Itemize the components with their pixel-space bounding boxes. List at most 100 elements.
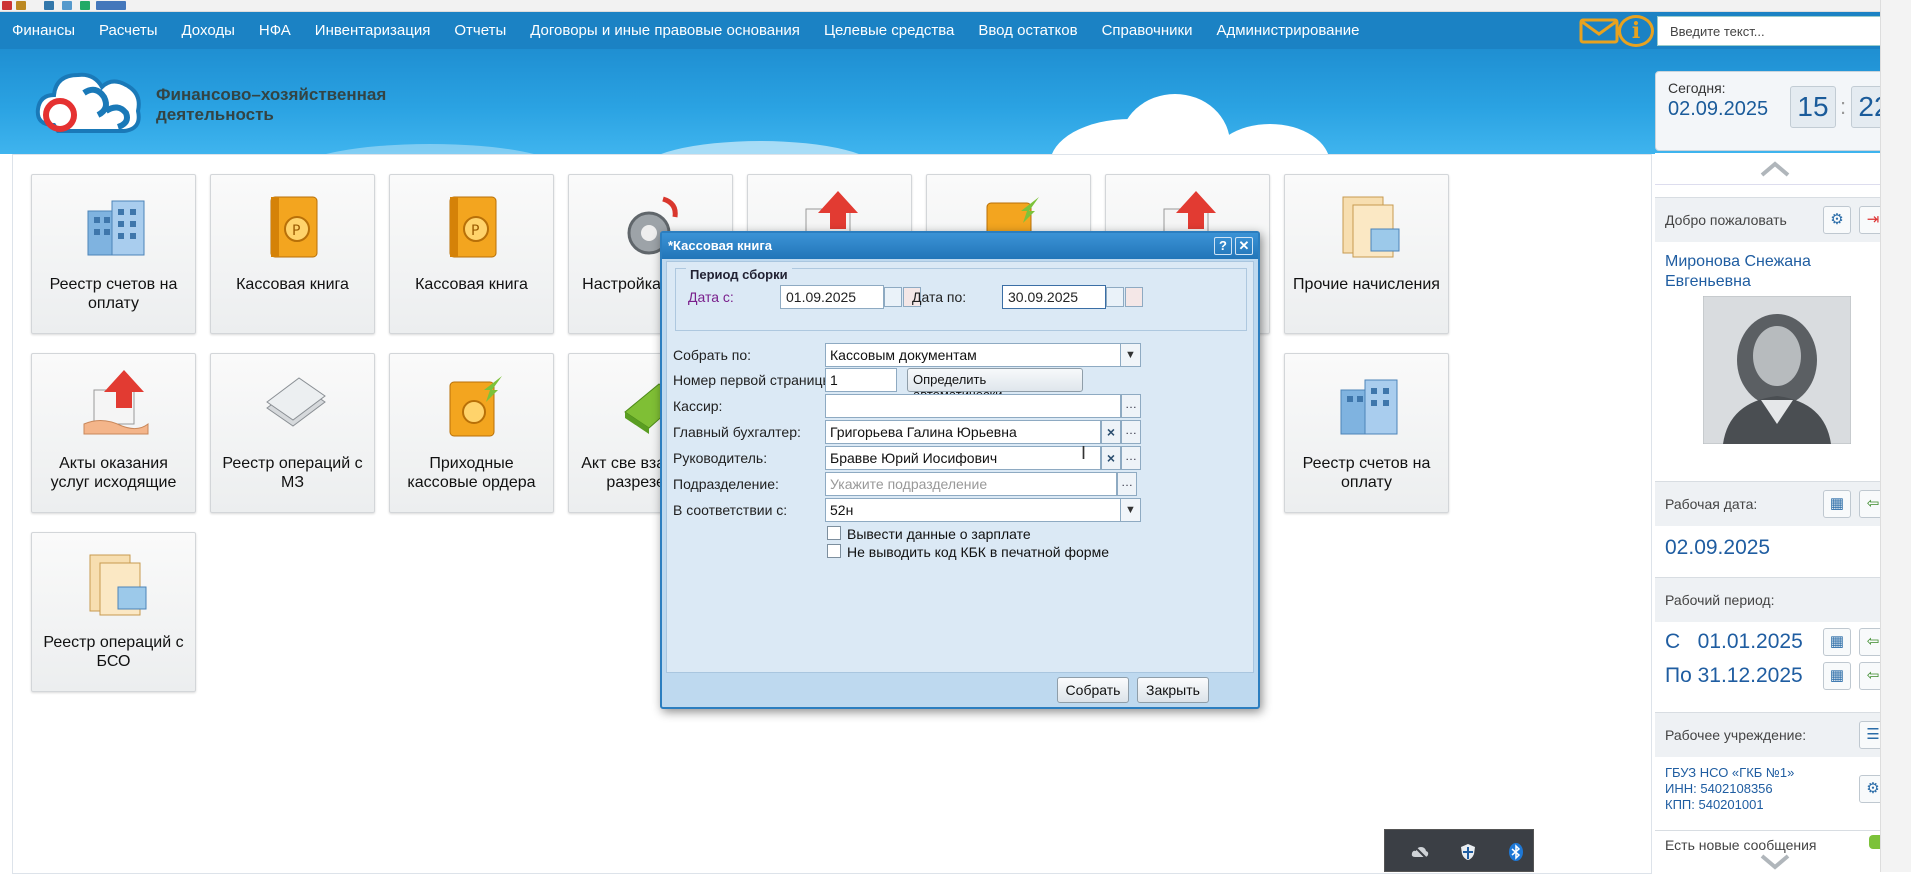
according-label: В соответствии с:	[673, 502, 788, 518]
menu-item-balances-input[interactable]: Ввод остатков	[978, 22, 1077, 39]
period-legend: Период сборки	[686, 267, 792, 282]
today-label: Сегодня:	[1668, 80, 1726, 96]
chevron-down-icon	[1760, 854, 1790, 870]
cloud-off-icon[interactable]	[1411, 843, 1429, 861]
chief-accountant-lookup-button[interactable]: …	[1121, 420, 1141, 444]
tile-outgoing-service-acts[interactable]: Акты оказания услуг исходящие	[31, 353, 196, 513]
calendar-button[interactable]: ▦	[1823, 490, 1851, 518]
mail-icon[interactable]	[1578, 15, 1620, 45]
tile-label: Реестр счетов на оплату	[49, 276, 178, 312]
chevron-down-icon[interactable]: ▼	[1120, 344, 1140, 366]
date-from-label: Дата с:	[688, 289, 734, 305]
menu-item-directories[interactable]: Справочники	[1102, 22, 1193, 39]
messages-text[interactable]: Есть новые сообщения	[1665, 837, 1817, 853]
cash-book-dialog: *Кассовая книга ? ✕ Период сборки Дата с…	[660, 231, 1260, 709]
today-date: 02.09.2025	[1668, 98, 1769, 120]
auto-detect-button[interactable]: Определить автоматически	[907, 368, 1083, 402]
chief-accountant-label: Главный бухгалтер:	[673, 424, 801, 440]
menu-item-contracts[interactable]: Договоры и иные правовые основания	[530, 22, 800, 39]
salary-checkbox[interactable]	[827, 526, 841, 540]
menu-item-administration[interactable]: Администрирование	[1216, 22, 1359, 39]
menu-item-reports[interactable]: Отчеты	[454, 22, 506, 39]
info-icon[interactable]: i	[1618, 15, 1654, 47]
salary-checkbox-label[interactable]: Вывести данные о зарплате	[847, 526, 1031, 542]
institution-name: ГБУЗ НСО «ГКБ №1»	[1665, 765, 1795, 780]
head-input[interactable]: Бравве Юрий Иосифович	[825, 446, 1101, 470]
ruble-book-arrow-icon	[449, 376, 502, 437]
documents-stack-icon	[1342, 196, 1400, 258]
tile-cash-book-2[interactable]: P Кассовая книга	[389, 174, 554, 334]
work-period-label: Рабочий период:	[1665, 592, 1775, 608]
hand-document-arrow-icon	[83, 370, 149, 435]
date-to-input[interactable]: 30.09.2025	[1002, 285, 1106, 309]
close-button[interactable]: Закрыть	[1137, 677, 1209, 703]
user-name[interactable]: Миронова Снежана Евгеньевна	[1665, 252, 1855, 292]
institution-info[interactable]: ГБУЗ НСО «ГКБ №1» ИНН: 5402108356 КПП: 5…	[1665, 765, 1794, 813]
date-clock-widget: Сегодня: 02.09.2025 15 : 22	[1655, 71, 1905, 151]
app-icon[interactable]	[62, 1, 72, 10]
collect-button[interactable]: Собрать	[1057, 677, 1129, 703]
tile-invoice-registry[interactable]: Реестр счетов на оплату	[31, 174, 196, 334]
division-input[interactable]: Укажите подразделение	[825, 472, 1117, 496]
dialog-title-bar[interactable]: *Кассовая книга ? ✕	[662, 233, 1258, 259]
according-value: 52н	[830, 502, 854, 518]
logo-line-2: деятельность	[156, 105, 274, 124]
date-from-input[interactable]: 01.09.2025	[780, 285, 884, 309]
menu-item-target-funds[interactable]: Целевые средства	[824, 22, 954, 39]
tile-bso-operations-registry[interactable]: Реестр операций с БСО	[31, 532, 196, 692]
kbk-checkbox[interactable]	[827, 544, 841, 558]
documents-stack-icon	[89, 554, 147, 616]
menu-item-income[interactable]: Доходы	[181, 22, 234, 39]
cashier-input[interactable]	[825, 394, 1121, 418]
period-to-calendar-button[interactable]: ▦	[1823, 662, 1851, 690]
quick-launch-toolbar	[0, 0, 1911, 12]
app-icon[interactable]	[96, 1, 126, 10]
menu-item-nfa[interactable]: НФА	[259, 22, 291, 39]
scroll-down-button[interactable]	[1655, 852, 1905, 872]
work-date-value: 02.09.2025	[1665, 536, 1771, 559]
division-lookup-button[interactable]: …	[1117, 472, 1137, 496]
bluetooth-icon[interactable]	[1507, 843, 1525, 861]
close-icon[interactable]: ✕	[1235, 237, 1253, 255]
according-select[interactable]: 52н ▼	[825, 498, 1141, 522]
app-icon[interactable]	[80, 1, 90, 10]
tile-incoming-cash-orders[interactable]: Приходные кассовые ордера	[389, 353, 554, 513]
cashier-label: Кассир:	[673, 398, 723, 414]
tile-cash-book[interactable]: P Кассовая книга	[210, 174, 375, 334]
shield-icon[interactable]	[1459, 843, 1477, 861]
clock-hours: 15	[1790, 86, 1836, 128]
date-to-label: Дата по:	[912, 289, 967, 305]
tile-invoice-registry-2[interactable]: Реестр счетов на оплату	[1284, 353, 1449, 513]
date-from-calendar-icon[interactable]	[884, 287, 902, 307]
menu-item-settlements[interactable]: Расчеты	[99, 22, 158, 39]
institution-header: Рабочее учреждение: ☰	[1655, 713, 1905, 757]
head-lookup-button[interactable]: …	[1121, 446, 1141, 470]
scroll-up-button[interactable]	[1655, 153, 1905, 185]
app-icon[interactable]	[2, 1, 12, 10]
search-input[interactable]: Введите текст...	[1657, 16, 1889, 46]
tile-other-accruals[interactable]: Прочие начисления	[1284, 174, 1449, 334]
window-scrollbar[interactable]	[1880, 0, 1911, 872]
chief-accountant-clear-icon[interactable]: ×	[1101, 420, 1121, 444]
welcome-label: Добро пожаловать	[1665, 212, 1787, 228]
menu-item-inventory[interactable]: Инвентаризация	[315, 22, 431, 39]
collect-by-select[interactable]: Кассовым документам ▼	[825, 343, 1141, 367]
head-clear-icon[interactable]: ×	[1101, 446, 1121, 470]
app-icon[interactable]	[16, 1, 26, 10]
first-page-input[interactable]: 1	[825, 368, 897, 392]
tile-mz-operations-registry[interactable]: Реестр операций с МЗ	[210, 353, 375, 513]
menu-item-finance[interactable]: Финансы	[12, 22, 75, 39]
work-date-panel: Рабочая дата: ▦ ⇦ 02.09.2025	[1655, 481, 1905, 567]
ruble-book-icon: P	[270, 196, 318, 258]
chief-accountant-input[interactable]: Григорьева Галина Юрьевна	[825, 420, 1101, 444]
help-button[interactable]: ?	[1214, 237, 1232, 255]
cashier-lookup-button[interactable]: …	[1121, 394, 1141, 418]
app-icon[interactable]	[44, 1, 54, 10]
settings-button[interactable]: ⚙	[1823, 206, 1851, 234]
kbk-checkbox-label[interactable]: Не выводить код КБК в печатной форме	[847, 544, 1109, 560]
period-from-calendar-button[interactable]: ▦	[1823, 628, 1851, 656]
division-label: Подразделение:	[673, 476, 779, 492]
date-to-calendar-icon[interactable]	[1106, 287, 1124, 307]
chevron-down-icon[interactable]: ▼	[1120, 499, 1140, 521]
date-to-clear-icon[interactable]	[1125, 287, 1143, 307]
